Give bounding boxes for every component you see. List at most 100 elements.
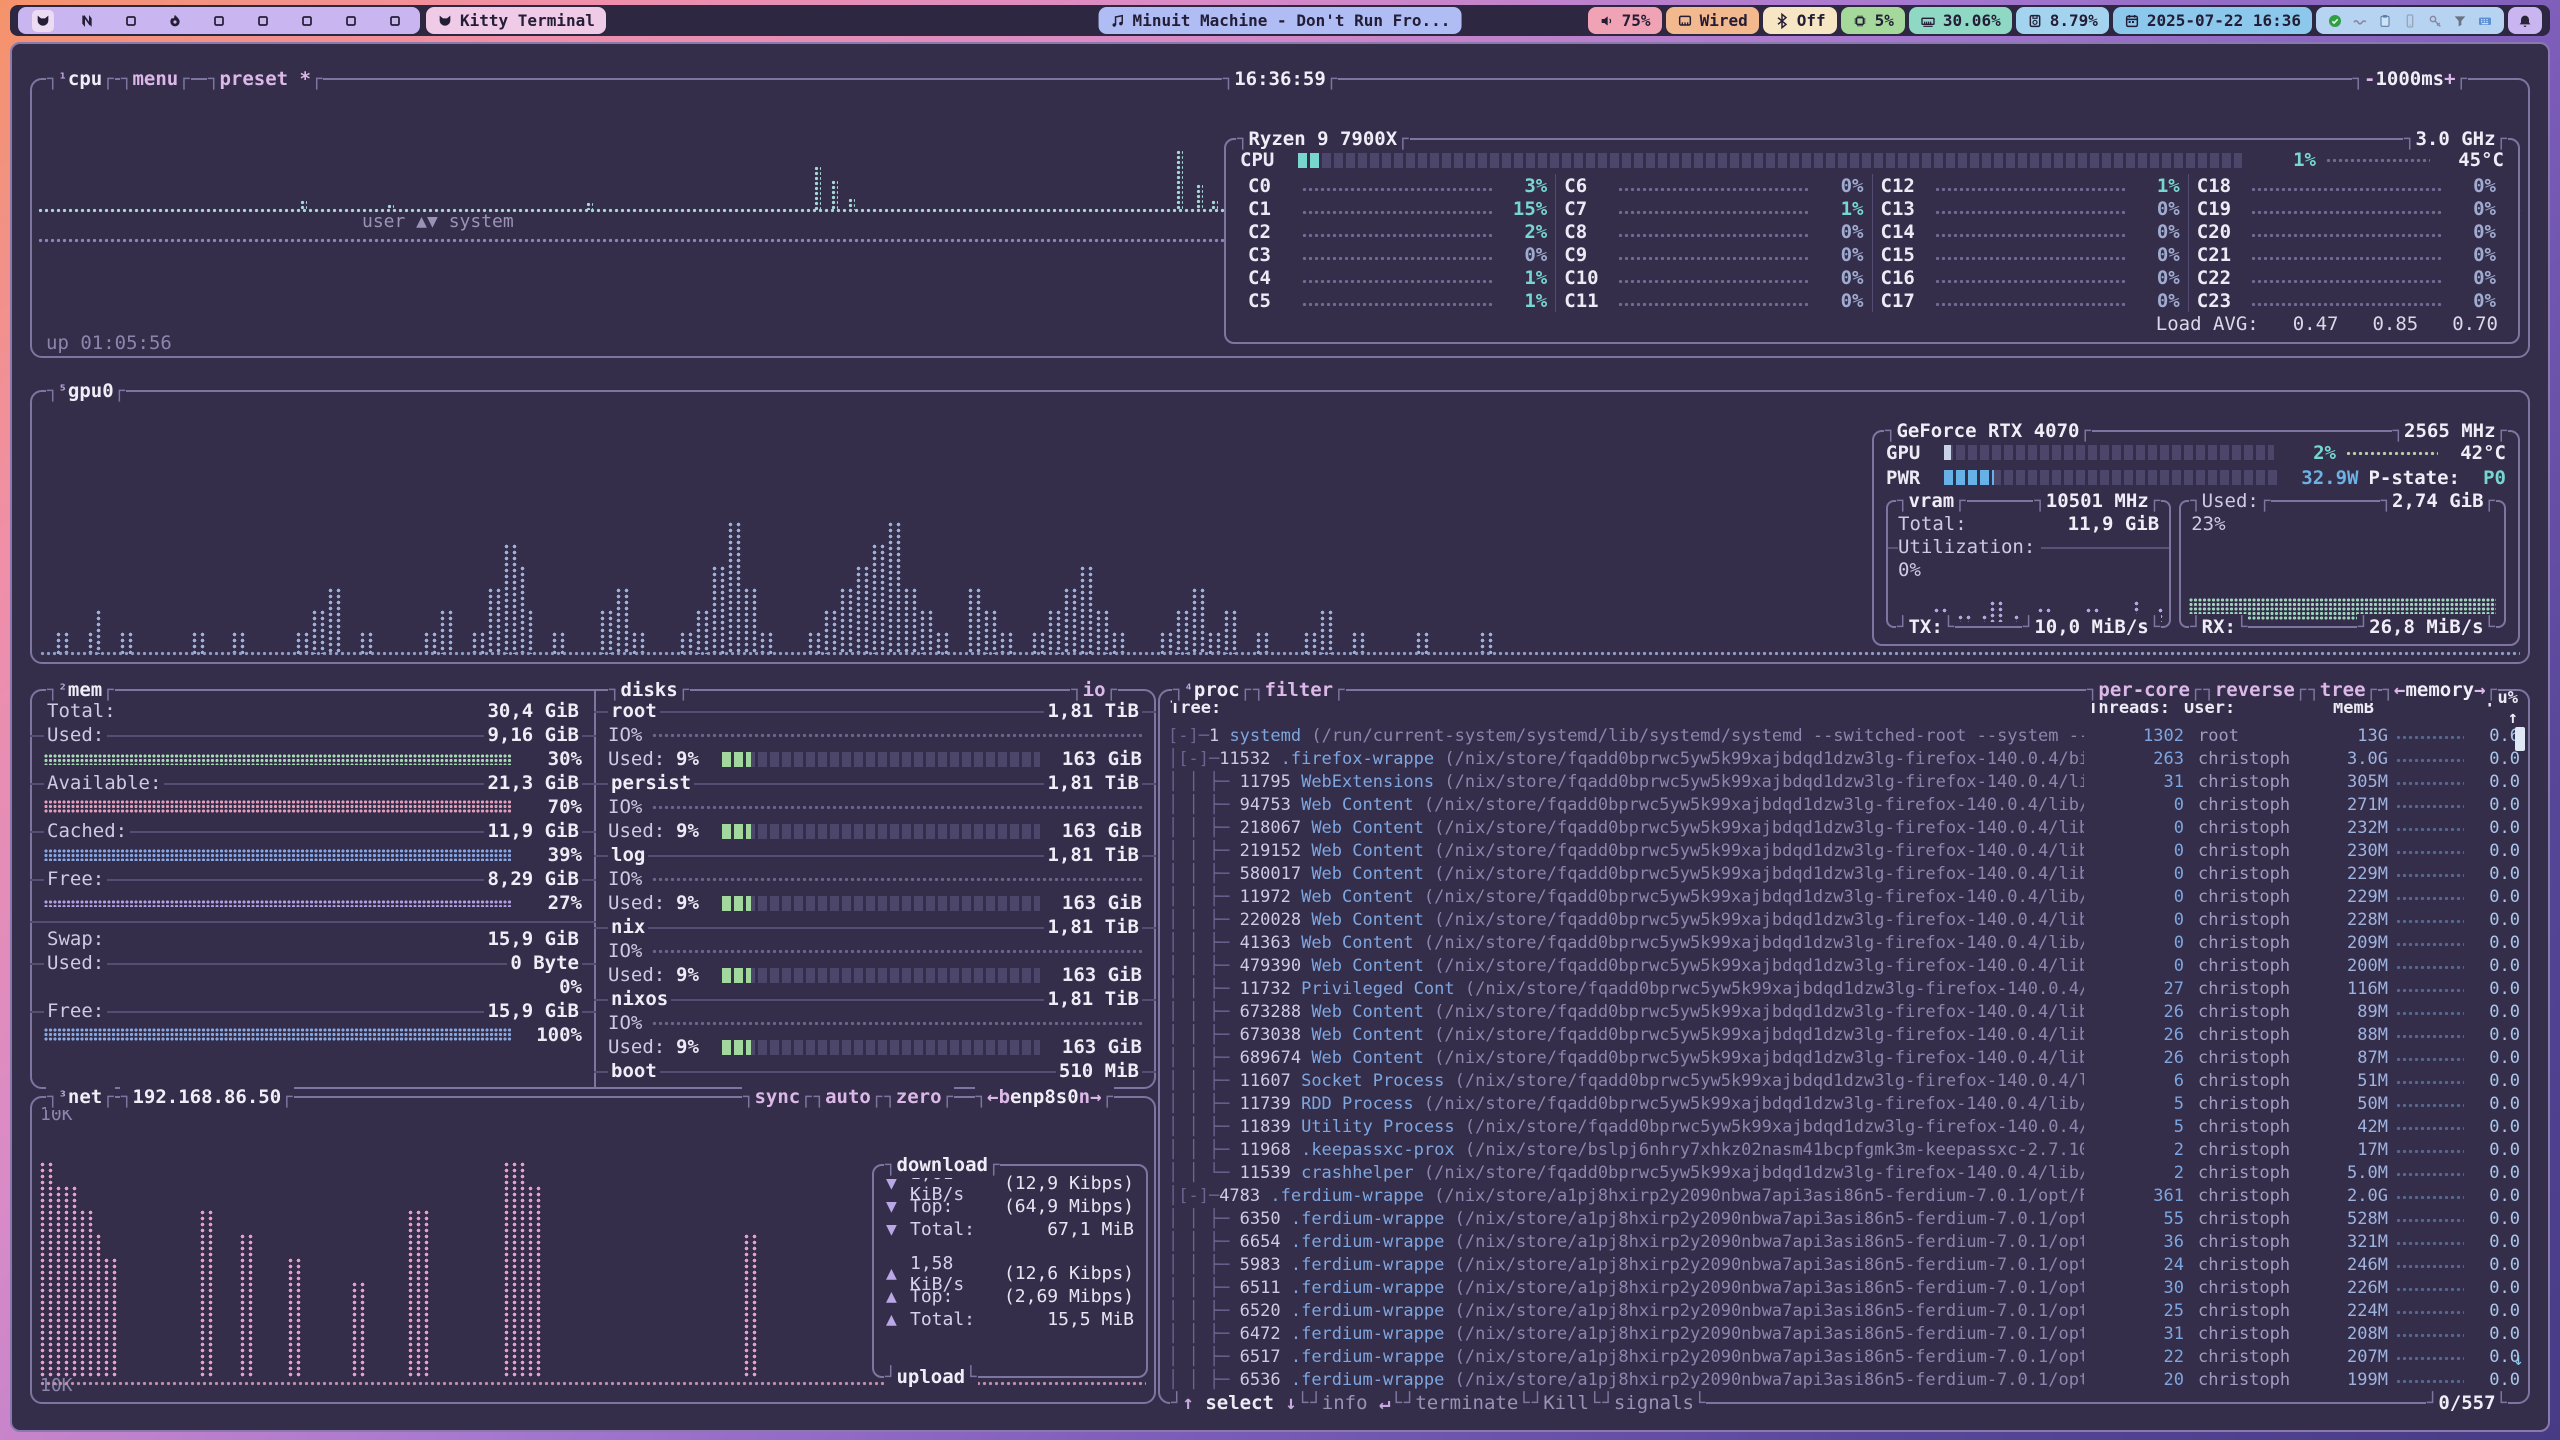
clock-pill[interactable]: 2025-07-22 16:36 — [2113, 7, 2312, 34]
clock-value: 2025-07-22 16:36 — [2147, 11, 2301, 30]
core-row-C13: C130% — [1881, 197, 2180, 220]
wave-icon[interactable] — [2352, 13, 2368, 29]
proc-option-reverse[interactable]: ┐reverse┌ — [2203, 679, 2306, 701]
process-row-11795[interactable]: │ │ ├─ 11795 WebExtensions (/nix/store/f… — [1168, 771, 2520, 794]
process-row-479390[interactable]: │ │ ├─ 479390 Web Content (/nix/store/fq… — [1168, 955, 2520, 978]
cpu-total-label: CPU — [1240, 149, 1288, 171]
media-player-pill[interactable]: Minuit Machine - Don't Run Fro... — [1099, 7, 1462, 34]
workspace-1[interactable] — [32, 10, 54, 32]
process-row-5983[interactable]: │ │ ├─ 5983 .ferdium-wrappe (/nix/store/… — [1168, 1254, 2520, 1277]
disks-io-button[interactable]: ┐io┌ — [1070, 677, 1118, 703]
proc-option-per-core[interactable]: ┐per-core┌ — [2087, 679, 2201, 701]
process-row-11972[interactable]: │ │ ├─ 11972 Web Content (/nix/store/fqa… — [1168, 886, 2520, 909]
process-row-6350[interactable]: │ │ ├─ 6350 .ferdium-wrappe (/nix/store/… — [1168, 1208, 2520, 1231]
clipboard-icon[interactable] — [2377, 13, 2393, 29]
workspace-6[interactable] — [252, 10, 274, 32]
process-row-219152[interactable]: │ │ ├─ 219152 Web Content (/nix/store/fq… — [1168, 840, 2520, 863]
proc-options: ┐per-core┌┐reverse┌┐tree┌ — [2086, 677, 2378, 703]
workspace-2[interactable] — [76, 10, 98, 32]
process-row-6536[interactable]: │ │ ├─ 6536 .ferdium-wrappe (/nix/store/… — [1168, 1369, 2520, 1392]
vram-total: 11,9 GiB — [2068, 513, 2160, 535]
process-row-11607[interactable]: │ │ ├─ 11607 Socket Process (/nix/store/… — [1168, 1070, 2520, 1093]
net-options: ┐sync┌┐auto┌┐zero┌ — [742, 1084, 954, 1110]
disk-pill[interactable]: 8.79% — [2016, 7, 2109, 34]
notification-button[interactable] — [2508, 7, 2542, 34]
net-interface-switcher[interactable]: ┐←benp8s0n→┌ — [975, 1084, 1114, 1110]
key-icon[interactable] — [2427, 13, 2443, 29]
workspace-7[interactable] — [296, 10, 318, 32]
gpu-temp-graph — [2346, 451, 2438, 455]
process-row-6654[interactable]: │ │ ├─ 6654 .ferdium-wrappe (/nix/store/… — [1168, 1231, 2520, 1254]
mem-stat-free: Free:8,29 GiB — [44, 867, 582, 891]
process-row-673038[interactable]: │ │ ├─ 673038 Web Content (/nix/store/fq… — [1168, 1024, 2520, 1047]
phone-icon[interactable] — [2402, 13, 2418, 29]
process-row-1[interactable]: [-]─1 systemd (/run/current-system/syste… — [1168, 725, 2520, 748]
process-row-6472[interactable]: │ │ ├─ 6472 .ferdium-wrappe (/nix/store/… — [1168, 1323, 2520, 1346]
status-bar: Kitty Terminal Minuit Machine - Don't Ru… — [10, 5, 2550, 36]
workspace-5[interactable] — [208, 10, 230, 32]
volume-pill[interactable]: 75% — [1588, 7, 1662, 34]
preset-button[interactable]: ┐preset *┌ — [207, 66, 323, 92]
process-row-4783[interactable]: │[-]─4783 .ferdium-wrappe (/nix/store/a1… — [1168, 1185, 2520, 1208]
cpu-pill[interactable]: 5% — [1841, 7, 1905, 34]
proc-action-select[interactable]: ┘↑ select ↓└ — [1171, 1392, 1308, 1414]
proc-selection-count: ┘0/557└ — [2426, 1390, 2508, 1416]
square-icon — [211, 13, 227, 29]
process-row-689674[interactable]: │ │ ├─ 689674 Web Content (/nix/store/fq… — [1168, 1047, 2520, 1070]
bluetooth-pill[interactable]: Off — [1763, 7, 1837, 34]
network-panel: ┐³net┌ ┐192.168.86.50┌ ┐sync┌┐auto┌┐zero… — [30, 1096, 1156, 1404]
memory-pill[interactable]: 30.06% — [1909, 7, 2012, 34]
process-row-41363[interactable]: │ │ ├─ 41363 Web Content (/nix/store/fqa… — [1168, 932, 2520, 955]
keyboard-icon[interactable] — [2477, 13, 2493, 29]
process-row-673288[interactable]: │ │ ├─ 673288 Web Content (/nix/store/fq… — [1168, 1001, 2520, 1024]
check-icon[interactable] — [2327, 13, 2343, 29]
net-option-zero[interactable]: ┐zero┌ — [884, 1086, 953, 1108]
menu-button[interactable]: ┐menu┌ — [120, 66, 191, 92]
core-row-C11: C110% — [1564, 289, 1863, 312]
process-row-11532[interactable]: │[-]─11532 .firefox-wrappe (/nix/store/f… — [1168, 748, 2520, 771]
mem-stat-used: Used:9,16 GiB — [44, 723, 582, 747]
process-row-6511[interactable]: │ │ ├─ 6511 .ferdium-wrappe (/nix/store/… — [1168, 1277, 2520, 1300]
net-option-auto[interactable]: ┐auto┌ — [814, 1086, 883, 1108]
process-row-11839[interactable]: │ │ ├─ 11839 Utility Process (/nix/store… — [1168, 1116, 2520, 1139]
proc-scroll-down-icon[interactable]: ↓ — [2513, 1349, 2524, 1370]
vram-used-value: ┐2,74 GiB┌ — [2380, 488, 2496, 514]
process-row-6520[interactable]: │ │ ├─ 6520 .ferdium-wrappe (/nix/store/… — [1168, 1300, 2520, 1323]
process-row-6517[interactable]: │ │ ├─ 6517 .ferdium-wrappe (/nix/store/… — [1168, 1346, 2520, 1369]
process-row-580017[interactable]: │ │ ├─ 580017 Web Content (/nix/store/fq… — [1168, 863, 2520, 886]
proc-option-tree[interactable]: ┐tree┌ — [2308, 679, 2377, 701]
music-note-icon — [1110, 13, 1126, 29]
proc-action-signals[interactable]: ┘signals└ — [1602, 1392, 1705, 1414]
workspace-8[interactable] — [340, 10, 362, 32]
process-row-11539[interactable]: │ │ └─ 11539 crashhelper (/nix/store/fqa… — [1168, 1162, 2520, 1185]
process-row-11732[interactable]: │ │ ├─ 11732 Privileged Cont (/nix/store… — [1168, 978, 2520, 1001]
net-option-sync[interactable]: ┐sync┌ — [743, 1086, 812, 1108]
process-row-220028[interactable]: │ │ ├─ 220028 Web Content (/nix/store/fq… — [1168, 909, 2520, 932]
proc-sort-selector[interactable]: ┐←memory→┌ — [2382, 677, 2498, 703]
proc-action-info[interactable]: ┘info ↵└ — [1310, 1392, 1402, 1414]
process-row-11968[interactable]: │ │ ├─ 11968 .keepassxc-prox (/nix/store… — [1168, 1139, 2520, 1162]
workspace-3[interactable] — [120, 10, 142, 32]
network-pill[interactable]: Wired — [1666, 7, 1759, 34]
proc-scrollbar-thumb[interactable] — [2515, 727, 2525, 751]
interval-minus-button[interactable]: - — [2364, 68, 2375, 90]
tx-label: ┘TX:└ — [1896, 614, 1955, 640]
download-stat-row: ▼Total:67,1 MiB — [886, 1218, 1134, 1241]
interval-plus-button[interactable]: + — [2444, 68, 2455, 90]
proc-filter-button[interactable]: ┐filter┌ — [1252, 677, 1346, 703]
process-row-94753[interactable]: │ │ ├─ 94753 Web Content (/nix/store/fqa… — [1168, 794, 2520, 817]
gpu-frequency-label: ┐2565 MHz┌ — [2392, 418, 2508, 444]
process-row-11739[interactable]: │ │ ├─ 11739 RDD Process (/nix/store/fqa… — [1168, 1093, 2520, 1116]
proc-action-terminate[interactable]: ┘terminate└ — [1404, 1392, 1530, 1414]
workspace-4[interactable] — [164, 10, 186, 32]
funnel-icon[interactable] — [2452, 13, 2468, 29]
vram-title: ┐vram┌ — [1896, 488, 1967, 514]
process-row-218067[interactable]: │ │ ├─ 218067 Web Content (/nix/store/fq… — [1168, 817, 2520, 840]
proc-action-kill[interactable]: ┘Kill└ — [1532, 1392, 1601, 1414]
window-title-pill[interactable]: Kitty Terminal — [426, 7, 606, 34]
workspace-9[interactable] — [384, 10, 406, 32]
update-interval-control[interactable]: ┐-1000ms+┌ — [2352, 66, 2468, 92]
now-playing-text: Minuit Machine - Don't Run Fro... — [1133, 11, 1451, 30]
bluetooth-icon — [1774, 13, 1790, 29]
net-rates-box: ┐download┌ ┘upload└ ▼1,61 KiB/s(12,9 Kib… — [872, 1164, 1148, 1378]
